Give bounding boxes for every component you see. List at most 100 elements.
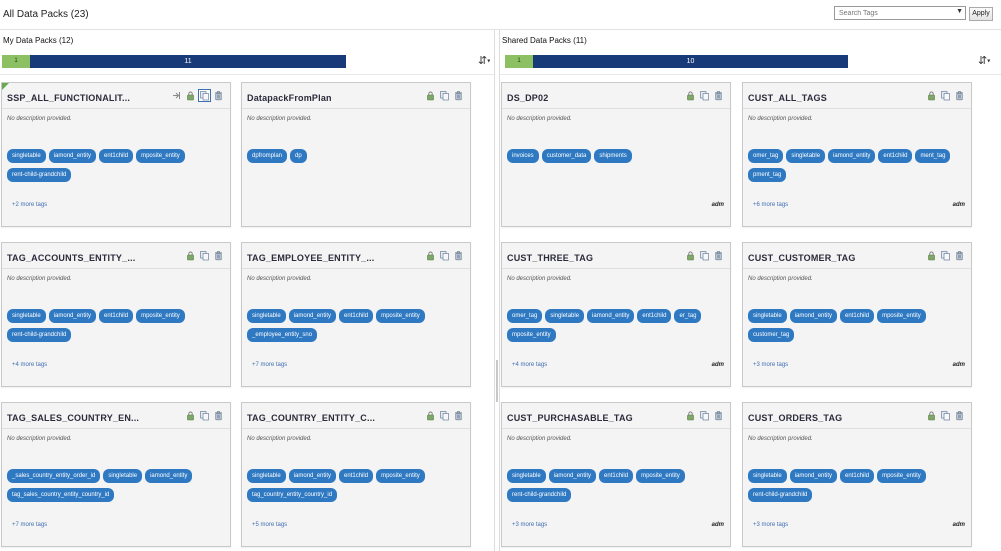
tag-chip[interactable]: iamond_entity <box>548 469 597 483</box>
lock-icon[interactable] <box>926 90 937 101</box>
lock-icon[interactable] <box>926 250 937 261</box>
data-pack-card[interactable]: TAG_ACCOUNTS_ENTITY_... No description pr… <box>1 242 231 387</box>
tag-chip[interactable]: ent1child <box>339 469 374 483</box>
search-tags-input[interactable] <box>839 9 957 17</box>
trash-icon[interactable] <box>954 90 965 101</box>
lock-icon[interactable] <box>685 90 696 101</box>
tag-chip[interactable]: ent1child <box>840 309 875 323</box>
tag-chip[interactable]: tag_country_entity_country_id <box>247 488 338 502</box>
tag-chip[interactable]: ent1child <box>339 309 374 323</box>
card-title[interactable]: DatapackFromPlan <box>247 93 332 103</box>
lock-icon[interactable] <box>185 250 196 261</box>
copy-icon[interactable] <box>198 89 211 102</box>
card-title[interactable]: SSP_ALL_FUNCTIONALIT... <box>7 93 130 103</box>
card-title[interactable]: CUST_CUSTOMER_TAG <box>748 253 856 263</box>
trash-icon[interactable] <box>453 250 464 261</box>
tag-chip[interactable]: singletable <box>247 469 286 483</box>
more-tags-link[interactable]: +4 more tags <box>12 362 47 368</box>
lock-icon[interactable] <box>425 90 436 101</box>
lock-icon[interactable] <box>425 410 436 421</box>
tag-chip[interactable]: singletable <box>748 469 787 483</box>
tag-chip[interactable]: iamond_entity <box>48 149 97 163</box>
copy-icon[interactable] <box>439 250 450 261</box>
tag-chip[interactable]: mposite_entity <box>136 309 185 323</box>
tag-chip[interactable]: iamond_entity <box>587 309 635 323</box>
sort-icon[interactable]: ⇵▾ <box>478 54 490 67</box>
data-pack-card[interactable]: CUST_CUSTOMER_TAG No description provided… <box>742 242 972 387</box>
tag-chip[interactable]: mposite_entity <box>636 469 685 483</box>
card-title[interactable]: TAG_EMPLOYEE_ENTITY_... <box>247 253 374 263</box>
tag-chip[interactable]: dpfromplan <box>247 149 288 163</box>
tag-chip[interactable]: customer_tag <box>748 328 795 342</box>
card-title[interactable]: CUST_THREE_TAG <box>507 253 593 263</box>
trash-icon[interactable] <box>954 250 965 261</box>
tag-chip[interactable]: iamond_entity <box>789 309 838 323</box>
data-pack-card[interactable]: CUST_ORDERS_TAG No description provided. s… <box>742 402 972 547</box>
data-pack-card[interactable]: DS_DP02 No description provided. invoices c… <box>501 82 731 227</box>
data-pack-card[interactable]: TAG_COUNTRY_ENTITY_C... No description pr… <box>241 402 471 547</box>
tag-chip[interactable]: ment_tag <box>915 149 951 163</box>
more-tags-link[interactable]: +6 more tags <box>753 202 788 208</box>
trash-icon[interactable] <box>213 90 224 101</box>
more-tags-link[interactable]: +4 more tags <box>512 362 547 368</box>
share-icon[interactable] <box>171 90 182 101</box>
card-title[interactable]: DS_DP02 <box>507 93 548 103</box>
card-title[interactable]: TAG_SALES_COUNTRY_EN... <box>7 413 139 423</box>
trash-icon[interactable] <box>213 410 224 421</box>
tag-chip[interactable]: iamond_entity <box>828 149 876 163</box>
tag-chip[interactable]: mposite_entity <box>507 328 556 342</box>
search-tags-field[interactable]: ▼ <box>834 6 966 20</box>
tag-chip[interactable]: mposite_entity <box>376 469 425 483</box>
lock-icon[interactable] <box>685 250 696 261</box>
tag-chip[interactable]: tag_sales_country_entity_country_id <box>7 488 115 502</box>
trash-icon[interactable] <box>213 250 224 261</box>
trash-icon[interactable] <box>453 90 464 101</box>
data-pack-card[interactable]: TAG_EMPLOYEE_ENTITY_... No description pr… <box>241 242 471 387</box>
scrollbar-thumb[interactable] <box>496 360 498 402</box>
tag-chip[interactable]: singletable <box>786 149 826 163</box>
tag-chip[interactable]: omer_tag <box>507 309 543 323</box>
tag-chip[interactable]: ent1child <box>637 309 672 323</box>
count-bar-blue[interactable]: 10 <box>533 55 848 68</box>
tag-chip[interactable]: singletable <box>545 309 585 323</box>
tag-chip[interactable]: singletable <box>7 149 46 163</box>
tag-chip[interactable]: iamond_entity <box>145 469 193 483</box>
more-tags-link[interactable]: +5 more tags <box>252 522 287 528</box>
copy-icon[interactable] <box>439 410 450 421</box>
copy-icon[interactable] <box>940 90 951 101</box>
sort-icon[interactable]: ⇵▾ <box>978 54 990 67</box>
tag-chip[interactable]: omer_tag <box>748 149 784 163</box>
count-bar-blue[interactable]: 11 <box>30 55 346 68</box>
tag-chip[interactable]: rent-child-grandchild <box>7 328 72 342</box>
tag-chip[interactable]: singletable <box>7 309 46 323</box>
tag-chip[interactable]: singletable <box>507 469 546 483</box>
tag-chip[interactable]: er_tag <box>674 309 702 323</box>
copy-icon[interactable] <box>199 250 210 261</box>
copy-icon[interactable] <box>199 410 210 421</box>
card-title[interactable]: TAG_ACCOUNTS_ENTITY_... <box>7 253 135 263</box>
copy-icon[interactable] <box>699 90 710 101</box>
trash-icon[interactable] <box>954 410 965 421</box>
card-title[interactable]: TAG_COUNTRY_ENTITY_C... <box>247 413 375 423</box>
lock-icon[interactable] <box>185 410 196 421</box>
tag-chip[interactable]: singletable <box>748 309 787 323</box>
data-pack-card[interactable]: DatapackFromPlan No description provided.… <box>241 82 471 227</box>
more-tags-link[interactable]: +3 more tags <box>753 362 788 368</box>
trash-icon[interactable] <box>713 250 724 261</box>
tag-chip[interactable]: customer_data <box>541 149 592 163</box>
copy-icon[interactable] <box>439 90 450 101</box>
more-tags-link[interactable]: +7 more tags <box>12 522 47 528</box>
tag-chip[interactable]: rent-child-grandchild <box>7 168 72 182</box>
tag-chip[interactable]: ent1child <box>878 149 913 163</box>
tag-chip[interactable]: rent-child-grandchild <box>507 488 572 502</box>
tag-chip[interactable]: mposite_entity <box>136 149 185 163</box>
card-title[interactable]: CUST_ORDERS_TAG <box>748 413 842 423</box>
tag-chip[interactable]: ent1child <box>840 469 875 483</box>
count-bar-green[interactable]: 1 <box>2 55 30 68</box>
tag-chip[interactable]: singletable <box>103 469 143 483</box>
tag-chip[interactable]: ent1child <box>599 469 634 483</box>
tag-chip[interactable]: ent1child <box>99 309 134 323</box>
tag-chip[interactable]: ent1child <box>99 149 134 163</box>
copy-icon[interactable] <box>699 250 710 261</box>
lock-icon[interactable] <box>685 410 696 421</box>
